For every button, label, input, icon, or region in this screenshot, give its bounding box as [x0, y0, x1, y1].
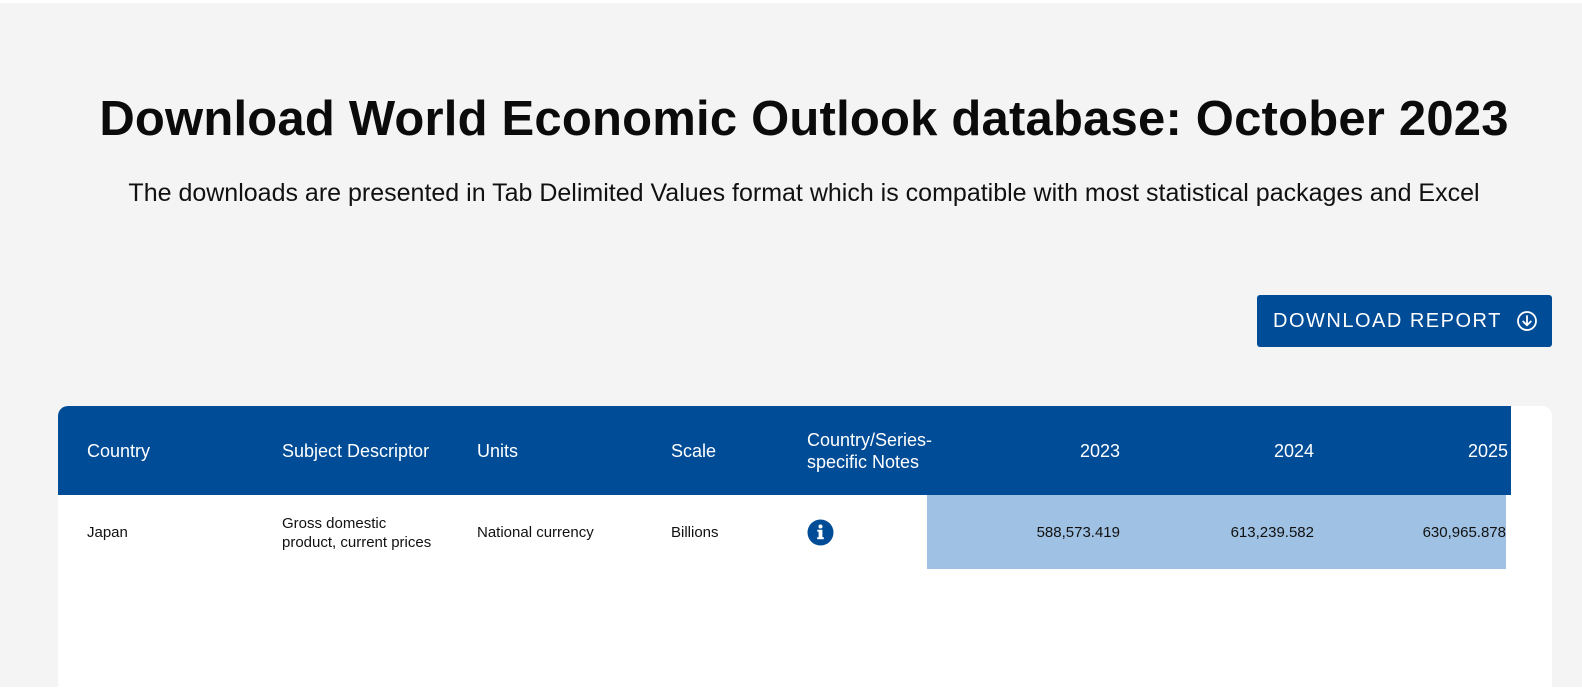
table-header: Country Subject Descriptor Units Scale C…: [58, 406, 1511, 495]
header-country: Country: [87, 440, 151, 461]
page-subtitle: The downloads are presented in Tab Delim…: [128, 179, 1480, 207]
cell-scale: Billions: [671, 524, 719, 541]
header-units: Units: [477, 440, 519, 461]
download-report-button[interactable]: DOWNLOAD REPORT: [1257, 295, 1552, 347]
header-year-2023: 2023: [1079, 440, 1120, 461]
cell-country: Japan: [87, 524, 128, 541]
circle-arrow-down-icon: [1516, 310, 1538, 332]
info-icon[interactable]: [807, 519, 834, 546]
cell-year-2024: 613,239.582: [1230, 524, 1314, 541]
header-year-2025: 2025: [1467, 440, 1508, 461]
download-report-label: DOWNLOAD REPORT: [1273, 309, 1502, 332]
cell-subject-descriptor: Gross domestic product, current prices: [282, 514, 432, 551]
cell-notes: [807, 495, 834, 570]
header-subject-descriptor: Subject Descriptor: [282, 440, 430, 461]
table-row: Japan Gross domestic product, current pr…: [58, 495, 1511, 570]
data-table: Country Subject Descriptor Units Scale C…: [58, 406, 1552, 696]
page-title: Download World Economic Outlook database…: [99, 92, 1509, 146]
page-background: Download World Economic Outlook database…: [0, 3, 1582, 696]
cell-year-2025: 630,965.878: [1422, 524, 1506, 541]
cell-units: National currency: [477, 524, 594, 541]
header-scale: Scale: [671, 440, 717, 461]
cell-year-2023: 588,573.419: [1036, 524, 1120, 541]
header-year-2024: 2024: [1273, 440, 1314, 461]
header-notes: Country/Series-specific Notes: [807, 429, 933, 472]
